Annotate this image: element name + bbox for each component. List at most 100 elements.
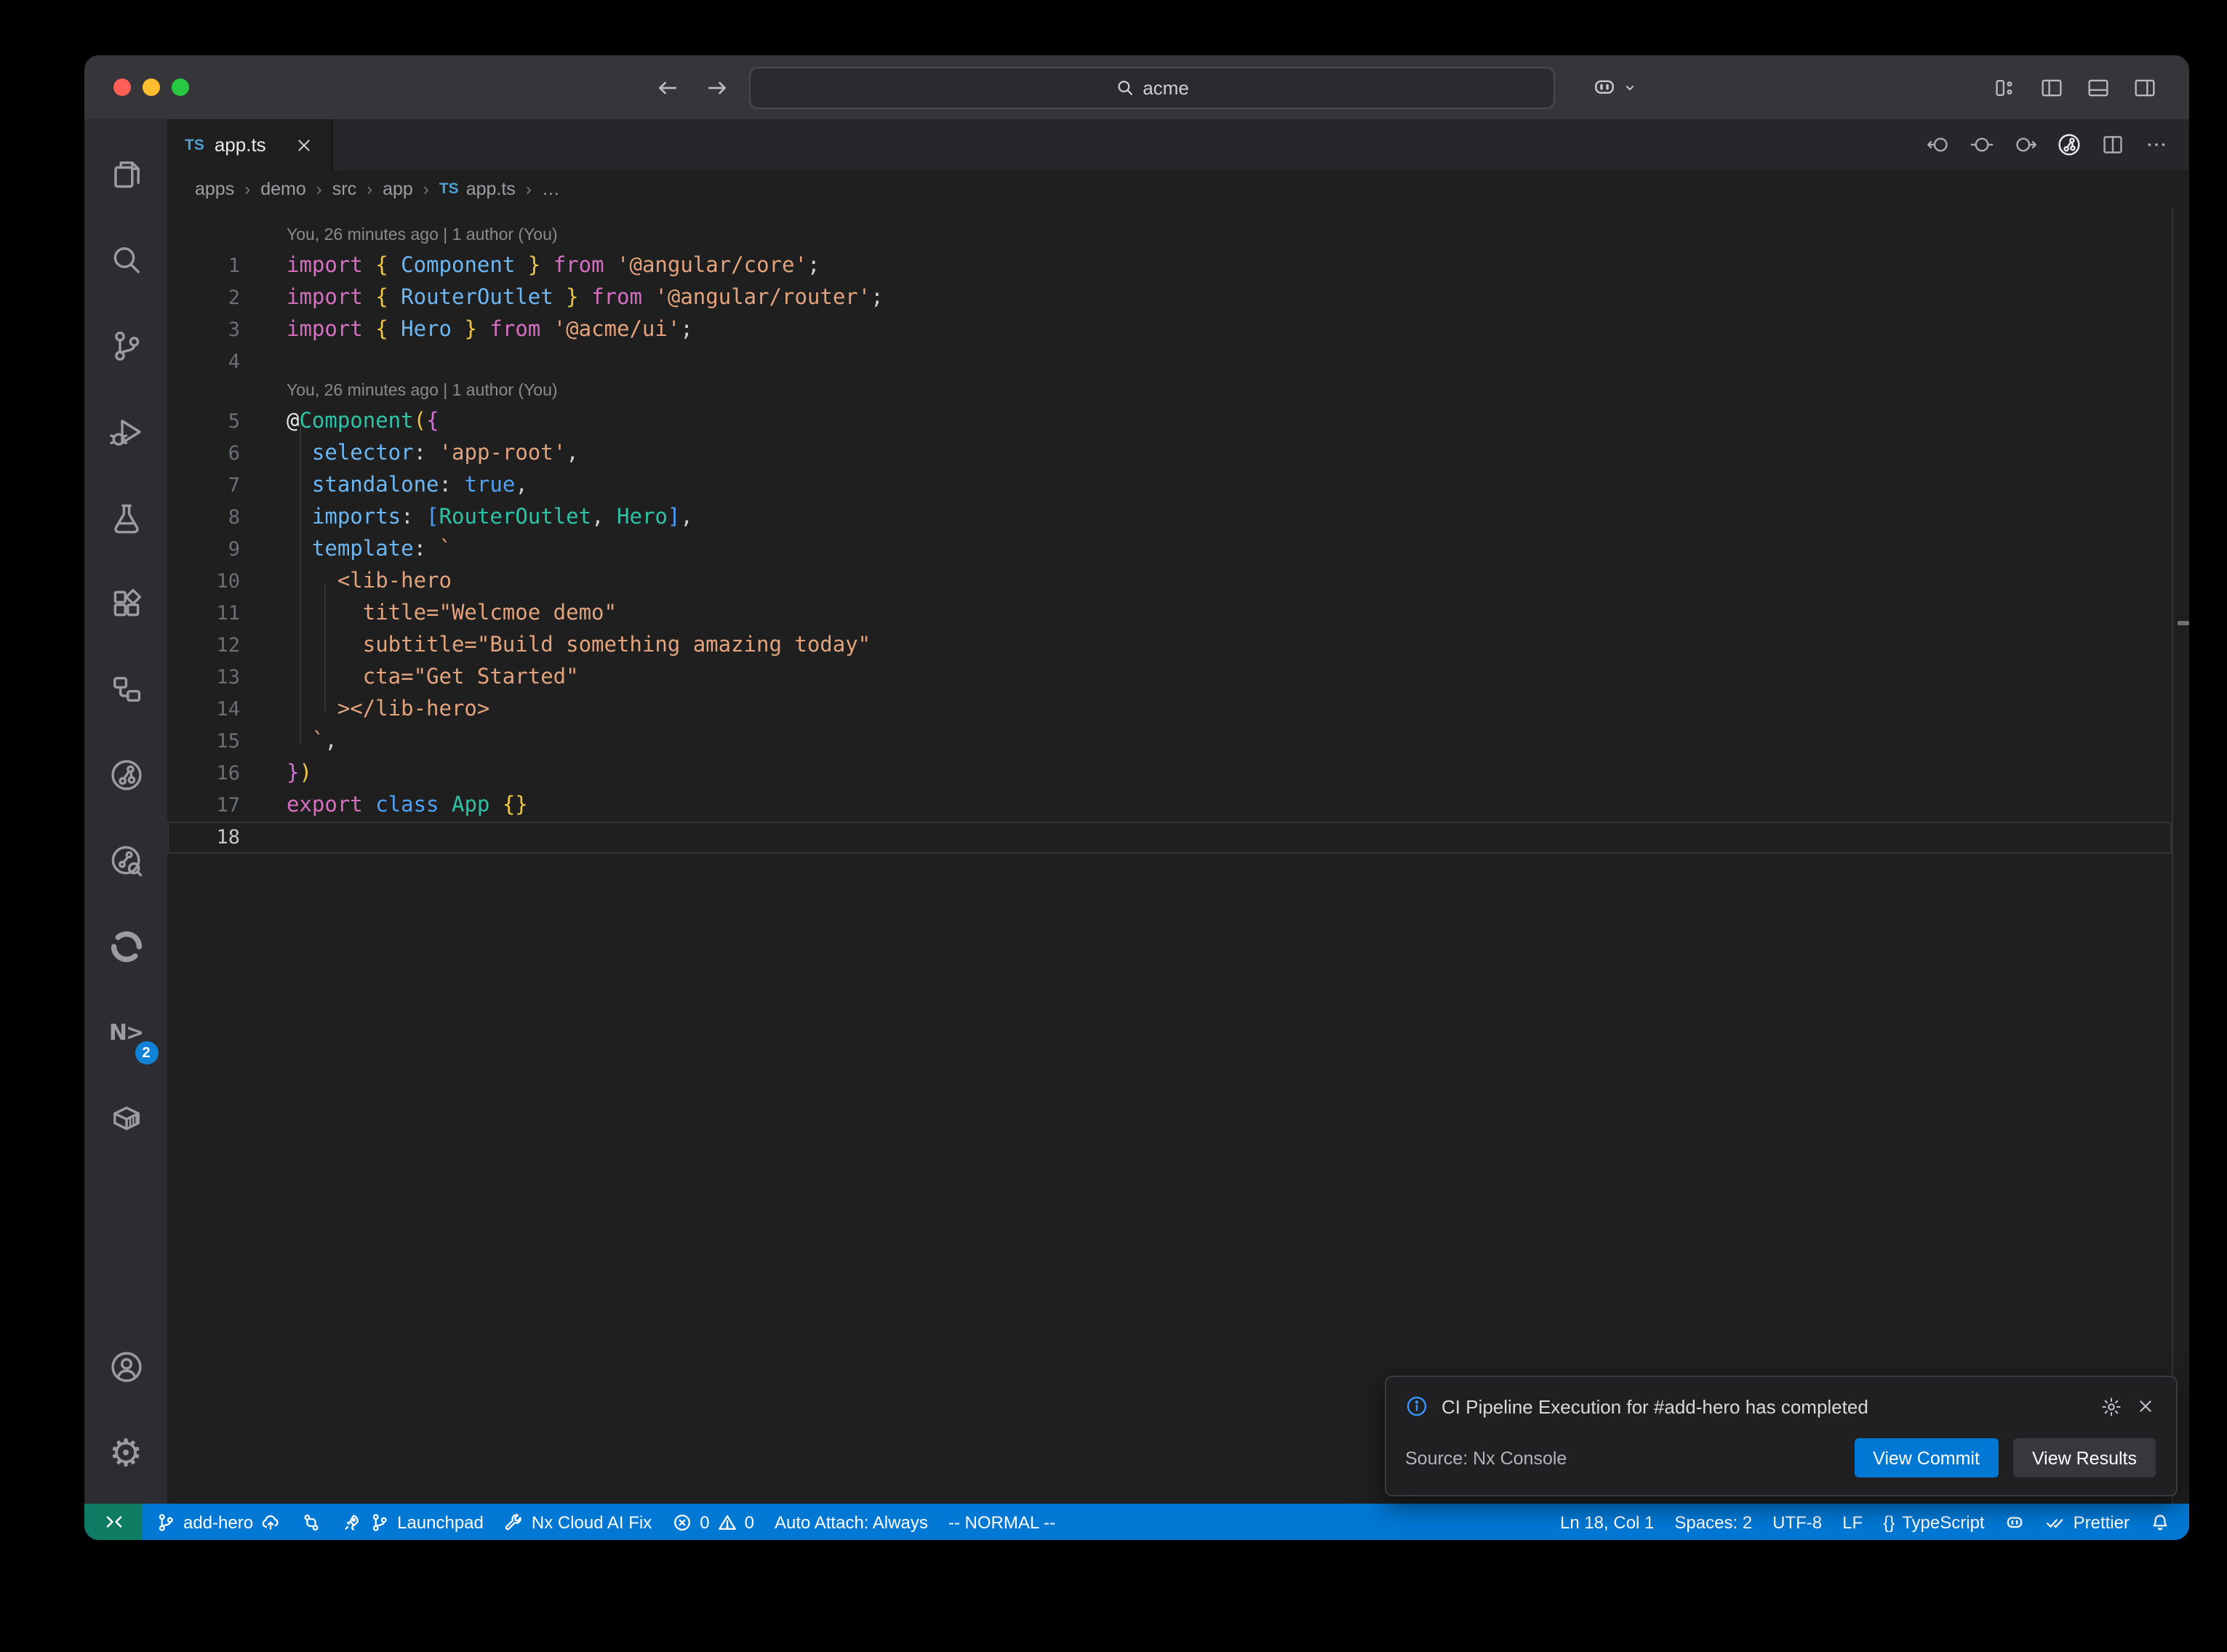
status-compare[interactable]: [291, 1504, 332, 1540]
code-line-18: 18: [167, 822, 2172, 854]
status-notifications-bell[interactable]: [2140, 1504, 2180, 1540]
sidebar-item-search-compare[interactable]: [91, 826, 161, 896]
line-number: 5: [167, 406, 240, 438]
status-auto-attach[interactable]: Auto Attach: Always: [764, 1504, 938, 1540]
code-editor[interactable]: You, 26 minutes ago | 1 author (You)1imp…: [167, 208, 2189, 1504]
split-editor-button[interactable]: [2100, 132, 2125, 157]
sidebar-item-testing[interactable]: [91, 483, 161, 553]
sidebar-item-run-debug[interactable]: [91, 397, 161, 467]
status-eol[interactable]: LF: [1832, 1504, 1873, 1540]
breadcrumb-item-app[interactable]: app: [383, 179, 413, 199]
status-language[interactable]: {}TypeScript: [1873, 1504, 1994, 1540]
breadcrumb-item-src[interactable]: src: [332, 179, 356, 199]
close-window-button[interactable]: [113, 79, 131, 96]
code-text: export class App {}: [287, 790, 528, 822]
status-text: Ln 18, Col 1: [1560, 1512, 1654, 1532]
line-number: 10: [167, 566, 240, 598]
minimize-window-button[interactable]: [143, 79, 160, 96]
code-line-6: 6 selector: 'app-root',: [167, 438, 2172, 470]
bell-icon: [2150, 1512, 2170, 1532]
tab-app-ts[interactable]: TS app.ts: [167, 119, 333, 170]
indent-guide: [300, 423, 301, 743]
line-number: 17: [167, 790, 240, 822]
code-line-12: 12 subtitle="Build something amazing tod…: [167, 630, 2172, 662]
typescript-file-icon: TS: [439, 180, 459, 198]
status-problems[interactable]: 00: [662, 1504, 764, 1540]
code-line-2: 2import { RouterOutlet } from '@angular/…: [167, 282, 2172, 314]
status-formatter[interactable]: Prettier: [2036, 1504, 2140, 1540]
sidebar-item-source-control[interactable]: [91, 311, 161, 381]
remote-indicator[interactable]: [84, 1504, 143, 1540]
sidebar-item-explorer[interactable]: [91, 140, 161, 209]
command-center-search[interactable]: acme: [749, 67, 1555, 109]
code-line-9: 9 template: `: [167, 534, 2172, 566]
line-number: 14: [167, 694, 240, 726]
code-text: imports: [RouterOutlet, Hero],: [287, 502, 693, 534]
breadcrumb-item-apps[interactable]: apps: [195, 179, 234, 199]
open-previous-revision-button[interactable]: [1926, 132, 1951, 157]
breadcrumb-item-demo[interactable]: demo: [260, 179, 306, 199]
error-icon: [672, 1512, 692, 1532]
close-tab-button[interactable]: [294, 135, 314, 155]
git-blame-codelens[interactable]: You, 26 minutes ago | 1 author (You): [167, 222, 2189, 250]
status-vim-mode[interactable]: -- NORMAL --: [938, 1504, 1065, 1540]
breadcrumb-file-name: app.ts: [466, 179, 516, 199]
chevron-down-icon: [1622, 79, 1638, 95]
history-forward-button[interactable]: [705, 75, 730, 100]
more-actions-button[interactable]: [2144, 132, 2169, 157]
commit-graph-button[interactable]: [2057, 132, 2082, 157]
toggle-secondary-sidebar-button[interactable]: [2132, 75, 2157, 100]
status-launchpad[interactable]: Launchpad: [332, 1504, 494, 1540]
sidebar-item-extensions[interactable]: [91, 569, 161, 638]
current-revision-button[interactable]: [1970, 132, 1994, 157]
sidebar-item-commit-graph[interactable]: [91, 740, 161, 810]
accounts-button[interactable]: [91, 1332, 161, 1402]
notification-title: CI Pipeline Execution for #add-hero has …: [1442, 1395, 2087, 1417]
breadcrumb-symbol[interactable]: …: [542, 179, 560, 199]
status-nx-cloud-fix[interactable]: Nx Cloud AI Fix: [494, 1504, 662, 1540]
code-text: cta="Get Started": [287, 662, 579, 694]
status-branch[interactable]: add-hero: [145, 1504, 291, 1540]
toggle-primary-sidebar-button[interactable]: [2039, 75, 2064, 100]
sidebar-item-project-graph[interactable]: [91, 654, 161, 724]
rocket-icon: [342, 1512, 362, 1532]
notification-settings-gear-icon[interactable]: [2100, 1395, 2122, 1417]
status-encoding[interactable]: UTF-8: [1762, 1504, 1832, 1540]
line-number: 16: [167, 758, 240, 790]
customize-layout-button[interactable]: [1993, 75, 2018, 100]
double-check-icon: [2046, 1512, 2066, 1532]
status-indentation[interactable]: Spaces: 2: [1664, 1504, 1762, 1540]
sidebar-item-edge-devtools[interactable]: [91, 912, 161, 982]
toggle-panel-button[interactable]: [2086, 75, 2111, 100]
git-blame-codelens[interactable]: You, 26 minutes ago | 1 author (You): [167, 378, 2189, 406]
line-number: 2: [167, 282, 240, 314]
history-back-button[interactable]: [655, 75, 679, 100]
code-line-3: 3import { Hero } from '@acme/ui';: [167, 314, 2172, 346]
sidebar-item-nx-console[interactable]: N>2: [91, 998, 161, 1067]
settings-gear-button[interactable]: ⚙: [91, 1418, 161, 1488]
branch-small-icon: [369, 1512, 390, 1532]
copilot-menu-button[interactable]: [1591, 55, 1638, 119]
open-next-revision-button[interactable]: [2013, 132, 2038, 157]
view-commit-button[interactable]: View Commit: [1854, 1438, 1999, 1477]
chevron-right-icon: ›: [526, 179, 532, 199]
status-cursor-position[interactable]: Ln 18, Col 1: [1550, 1504, 1664, 1540]
status-text: Nx Cloud AI Fix: [532, 1512, 652, 1532]
zoom-window-button[interactable]: [172, 79, 189, 96]
code-text: ></lib-hero>: [287, 694, 489, 726]
copilot-icon: [2005, 1512, 2026, 1532]
badge-count: 2: [135, 1041, 158, 1064]
code-text: <lib-hero: [287, 566, 452, 598]
typescript-file-icon: TS: [185, 136, 204, 153]
status-text: -- NORMAL --: [948, 1512, 1055, 1532]
editor-group: TS app.ts apps›demo›src›app›TSapp.ts›… Y…: [167, 119, 2189, 1504]
notification-close-icon[interactable]: [2135, 1396, 2156, 1416]
sidebar-item-search[interactable]: [91, 225, 161, 295]
code-line-10: 10 <lib-hero: [167, 566, 2172, 598]
sidebar-item-containers[interactable]: [91, 1083, 161, 1153]
breadcrumb: apps›demo›src›app›TSapp.ts›…: [167, 170, 2189, 208]
view-results-button[interactable]: View Results: [2013, 1438, 2156, 1477]
breadcrumb-file[interactable]: TS app.ts: [439, 179, 516, 199]
status-copilot[interactable]: [1995, 1504, 2036, 1540]
line-number: 8: [167, 502, 240, 534]
